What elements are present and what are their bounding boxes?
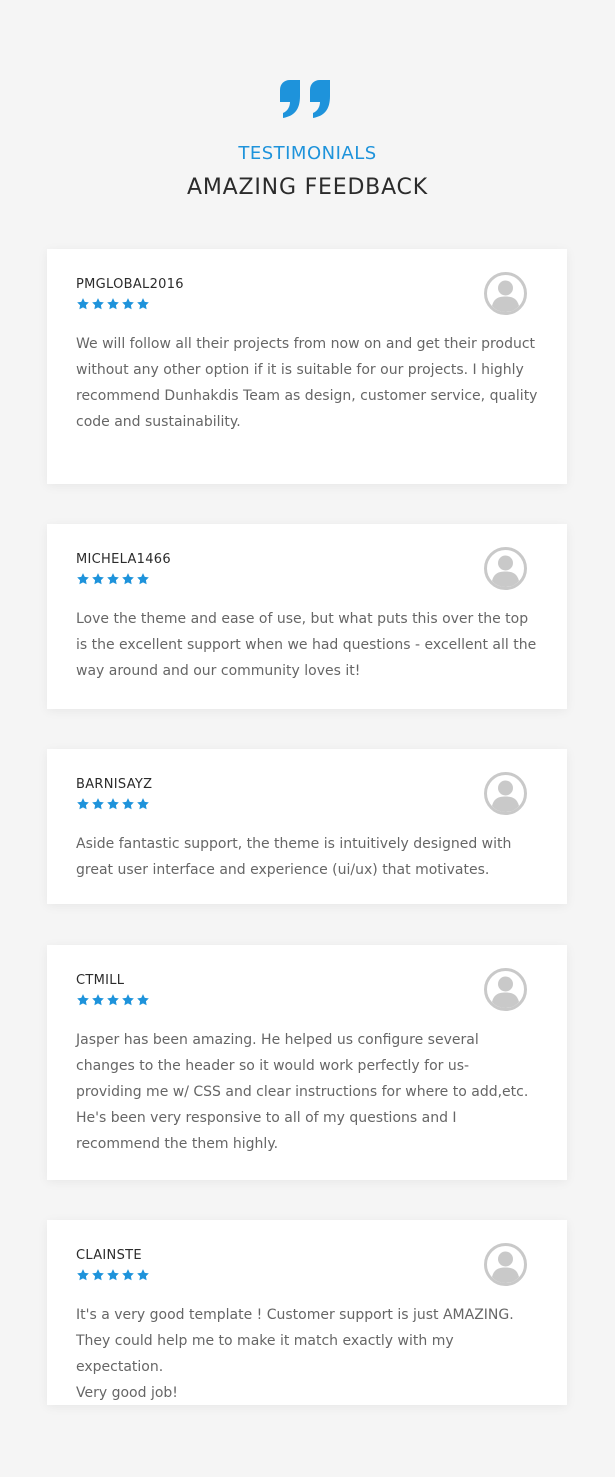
star-icon: [107, 798, 119, 810]
star-icon: [92, 798, 104, 810]
rating-stars: [76, 797, 150, 811]
star-icon: [77, 573, 89, 585]
star-icon: [77, 994, 89, 1006]
testimonial-text: It's a very good template ! Customer sup…: [76, 1307, 514, 1401]
rating-stars: [76, 572, 150, 586]
star-icon: [92, 994, 104, 1006]
user-avatar-icon: [484, 272, 527, 315]
user-avatar-icon: [484, 968, 527, 1011]
user-avatar-icon: [484, 1243, 527, 1286]
star-icon: [137, 1269, 149, 1281]
testimonial-card: CLAINSTE It's a very good template ! Cus…: [47, 1220, 567, 1405]
star-icon: [77, 1269, 89, 1281]
star-icon: [122, 298, 134, 310]
star-icon: [137, 994, 149, 1006]
testimonial-name: MICHELA1466: [76, 552, 171, 567]
testimonial-text: Aside fantastic support, the theme is in…: [76, 836, 512, 878]
testimonial-text: We will follow all their projects from n…: [76, 336, 538, 430]
testimonial-text: Jasper has been amazing. He helped us co…: [76, 1032, 529, 1152]
section-title: AMAZING FEEDBACK: [187, 175, 428, 200]
testimonial-name: CTMILL: [76, 973, 125, 988]
testimonial-text: Love the theme and ease of use, but what…: [76, 611, 537, 679]
testimonial-card: PMGLOBAL2016 We will follow all their pr…: [47, 249, 567, 484]
section-label: TESTIMONIALS: [238, 143, 377, 164]
star-icon: [107, 573, 119, 585]
rating-stars: [76, 993, 150, 1007]
star-icon: [137, 798, 149, 810]
star-icon: [107, 994, 119, 1006]
user-avatar-icon: [484, 772, 527, 815]
star-icon: [107, 1269, 119, 1281]
star-icon: [107, 298, 119, 310]
testimonial-name: CLAINSTE: [76, 1248, 142, 1263]
testimonial-name: BARNISAYZ: [76, 777, 153, 792]
star-icon: [92, 298, 104, 310]
star-icon: [122, 1269, 134, 1281]
quote-icon: [280, 80, 330, 118]
star-icon: [77, 298, 89, 310]
testimonial-card: MICHELA1466 Love the theme and ease of u…: [47, 524, 567, 709]
testimonial-name: PMGLOBAL2016: [76, 277, 184, 292]
star-icon: [122, 798, 134, 810]
user-avatar-icon: [484, 547, 527, 590]
star-icon: [122, 573, 134, 585]
testimonial-card: BARNISAYZ Aside fantastic support, the t…: [47, 749, 567, 904]
star-icon: [122, 994, 134, 1006]
star-icon: [92, 573, 104, 585]
rating-stars: [76, 1268, 150, 1282]
star-icon: [77, 798, 89, 810]
star-icon: [92, 1269, 104, 1281]
star-icon: [137, 298, 149, 310]
testimonial-card: CTMILL Jasper has been amazing. He helpe…: [47, 945, 567, 1180]
rating-stars: [76, 297, 150, 311]
star-icon: [137, 573, 149, 585]
